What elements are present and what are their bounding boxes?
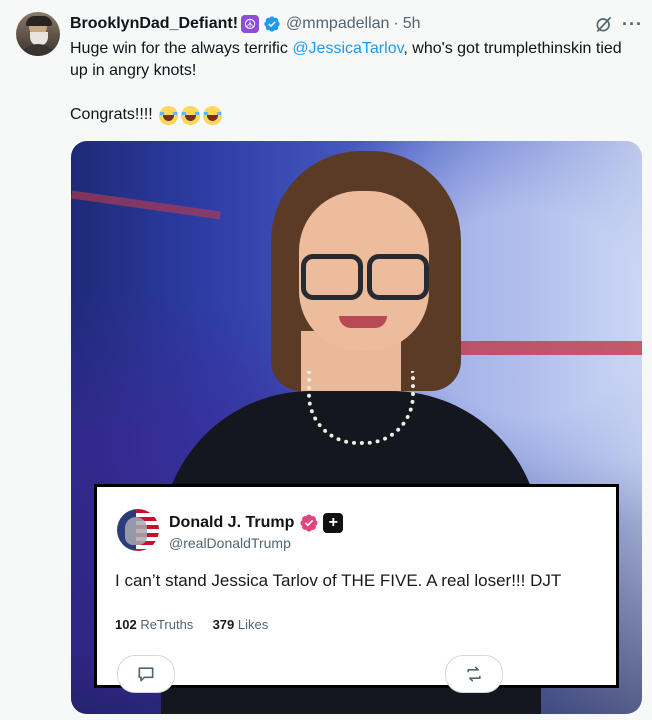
peace-icon: ☮ (241, 15, 260, 33)
avatar-body (18, 44, 58, 56)
photo-glasses (367, 254, 429, 300)
photo-glasses (301, 254, 363, 300)
plus-icon: + (323, 513, 344, 533)
verified-badge-icon (264, 16, 280, 32)
truth-stats: 102 ReTruths 379 Likes (115, 617, 268, 632)
likes-label: Likes (237, 617, 269, 632)
laughing-emoji-icon (158, 105, 178, 125)
embedded-truth-post: Donald J. Trump + @realDonaldTrump I can… (94, 484, 619, 693)
mention-link[interactable]: @JessicaTarlov (292, 40, 403, 57)
tweet-congrats-line: Congrats!!!! (70, 104, 222, 126)
tweet-header: BrooklynDad_Defiant! ☮ @mmpadellan · 5h (70, 13, 421, 35)
tweet-text: Huge win for the always terrific @Jessic… (70, 38, 640, 82)
author-handle[interactable]: @mmpadellan (286, 15, 389, 33)
avatar-hat (26, 16, 52, 26)
photo-smile (339, 316, 387, 328)
truth-reply-button (117, 655, 175, 693)
laughing-emoji-icon (202, 105, 222, 125)
truth-retruth-button (445, 655, 503, 693)
header-separator: · (393, 15, 399, 32)
photo-studio-light (451, 341, 642, 355)
truth-text: I can’t stand Jessica Tarlov of THE FIVE… (115, 571, 562, 590)
retruth-icon (467, 666, 481, 682)
tweet[interactable]: BrooklynDad_Defiant! ☮ @mmpadellan · 5h … (0, 0, 652, 720)
laughing-emoji-icon (180, 105, 200, 125)
truth-author-name-row: Donald J. Trump + (169, 513, 344, 533)
truth-author-name: Donald J. Trump (169, 514, 295, 531)
retruths-label: ReTruths (140, 617, 194, 632)
author-avatar[interactable] (16, 12, 60, 56)
tweet-timestamp[interactable]: 5h (403, 15, 421, 33)
congrats-text: Congrats!!!! (70, 106, 153, 123)
truth-verified-icon (300, 514, 318, 532)
likes-count: 379 (212, 617, 235, 632)
more-options-icon[interactable]: ··· (622, 14, 642, 34)
author-display-name[interactable]: BrooklynDad_Defiant! (70, 15, 238, 33)
grok-icon[interactable] (594, 14, 614, 34)
truth-author-avatar (117, 509, 159, 551)
truth-author-handle: @realDonaldTrump (169, 535, 291, 551)
retruths-count: 102 (115, 617, 137, 632)
reply-bubble-icon (138, 667, 154, 682)
tweet-text-before: Huge win for the always terrific (70, 40, 293, 57)
